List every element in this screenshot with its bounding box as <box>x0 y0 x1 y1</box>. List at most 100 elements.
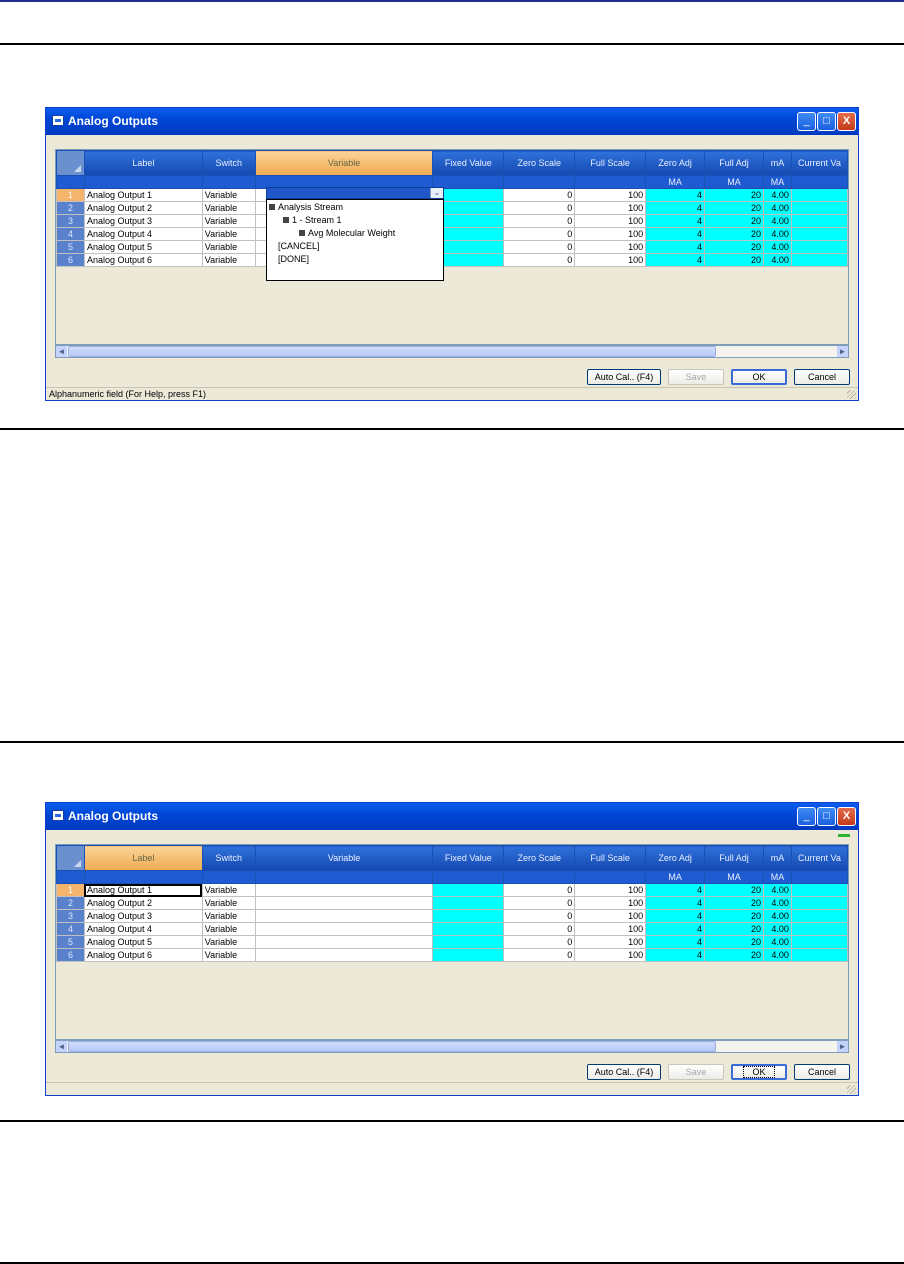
full-adj-cell[interactable]: 20 <box>704 935 764 949</box>
full-scale-cell[interactable]: 100 <box>574 883 647 897</box>
full-adj-cell[interactable]: 20 <box>704 896 764 910</box>
table-row[interactable]: 5 Analog Output 5 Variable 0 100 4 20 4.… <box>56 240 848 254</box>
switch-cell[interactable]: Variable <box>201 214 256 228</box>
auto-cal-button[interactable]: Auto Cal.. (F4) <box>587 369 661 385</box>
chevron-down-icon[interactable]: ⌄ <box>430 188 443 198</box>
header-full-adj[interactable]: Full Adj <box>704 845 764 871</box>
full-scale-cell[interactable]: 100 <box>574 214 647 228</box>
full-scale-cell[interactable]: 100 <box>574 896 647 910</box>
zero-scale-cell[interactable]: 0 <box>503 948 576 962</box>
zero-adj-cell[interactable]: 4 <box>645 201 706 215</box>
full-adj-cell[interactable]: 20 <box>704 201 764 215</box>
full-adj-cell[interactable]: 20 <box>704 214 764 228</box>
switch-cell[interactable]: Variable <box>201 935 256 949</box>
table-row[interactable]: 3 Analog Output 3 Variable 0 100 4 20 4.… <box>56 909 848 923</box>
full-adj-cell[interactable]: 20 <box>704 883 764 897</box>
switch-cell[interactable]: Variable <box>201 896 256 910</box>
table-row[interactable]: 4 Analog Output 4 Variable 0 100 4 20 4.… <box>56 227 848 241</box>
label-cell[interactable]: Analog Output 6 <box>83 253 203 267</box>
full-scale-cell[interactable]: 100 <box>574 935 647 949</box>
row-number[interactable]: 3 <box>56 214 85 228</box>
label-cell[interactable]: Analog Output 2 <box>83 201 203 215</box>
row-number[interactable]: 1 <box>56 883 85 897</box>
switch-cell[interactable]: Variable <box>201 948 256 962</box>
header-zero-scale[interactable]: Zero Scale <box>503 150 576 176</box>
variable-cell[interactable] <box>254 883 434 897</box>
full-scale-cell[interactable]: 100 <box>574 227 647 241</box>
analog-outputs-grid[interactable]: Label Switch Variable Fixed Value Zero S… <box>55 149 849 345</box>
scroll-left-icon[interactable]: ◄ <box>56 346 67 357</box>
close-button[interactable]: X <box>837 112 856 131</box>
label-cell[interactable]: Analog Output 3 <box>83 214 203 228</box>
zero-adj-cell[interactable]: 4 <box>645 240 706 254</box>
collapse-toggle-icon[interactable] <box>269 204 275 210</box>
full-adj-cell[interactable]: 20 <box>704 922 764 936</box>
zero-scale-cell[interactable]: 0 <box>503 227 576 241</box>
zero-scale-cell[interactable]: 0 <box>503 883 576 897</box>
zero-scale-cell[interactable]: 0 <box>503 253 576 267</box>
title-bar[interactable]: Analog Outputs _ □ X <box>46 803 858 830</box>
close-button[interactable]: X <box>837 807 856 826</box>
row-number[interactable]: 5 <box>56 240 85 254</box>
save-button[interactable]: Save <box>668 1064 724 1080</box>
resize-grip-icon[interactable] <box>847 1085 856 1094</box>
zero-scale-cell[interactable]: 0 <box>503 201 576 215</box>
table-row[interactable]: 6 Analog Output 6 Variable 0 100 4 20 4.… <box>56 948 848 962</box>
row-number[interactable]: 4 <box>56 922 85 936</box>
full-scale-cell[interactable]: 100 <box>574 240 647 254</box>
fixed-value-cell[interactable] <box>432 922 505 936</box>
zero-scale-cell[interactable]: 0 <box>503 922 576 936</box>
table-row[interactable]: 2 Analog Output 2 Variable 0 100 4 20 4.… <box>56 896 848 910</box>
header-switch[interactable]: Switch <box>201 845 256 871</box>
table-row[interactable]: 5 Analog Output 5 Variable 0 100 4 20 4.… <box>56 935 848 949</box>
variable-cell[interactable] <box>254 935 434 949</box>
zero-adj-cell[interactable]: 4 <box>645 909 706 923</box>
zero-adj-cell[interactable]: 4 <box>645 253 706 267</box>
full-adj-cell[interactable]: 20 <box>704 253 764 267</box>
full-adj-cell[interactable]: 20 <box>704 948 764 962</box>
table-row[interactable]: 4 Analog Output 4 Variable 0 100 4 20 4.… <box>56 922 848 936</box>
label-cell[interactable]: Analog Output 1 <box>83 188 203 202</box>
header-zero-scale[interactable]: Zero Scale <box>503 845 576 871</box>
analog-outputs-grid[interactable]: Label Switch Variable Fixed Value Zero S… <box>55 844 849 1040</box>
row-number[interactable]: 1 <box>56 188 85 202</box>
table-row[interactable]: 2 Analog Output 2 Variable 0 100 4 20 4.… <box>56 201 848 215</box>
header-fixed-value[interactable]: Fixed Value <box>432 150 505 176</box>
row-number[interactable]: 5 <box>56 935 85 949</box>
zero-adj-cell[interactable]: 4 <box>645 227 706 241</box>
row-number[interactable]: 2 <box>56 896 85 910</box>
full-adj-cell[interactable]: 20 <box>704 909 764 923</box>
label-cell[interactable]: Analog Output 6 <box>83 948 203 962</box>
tree-node-done[interactable]: [DONE] <box>278 253 309 266</box>
row-number[interactable]: 2 <box>56 201 85 215</box>
switch-cell[interactable]: Variable <box>201 227 256 241</box>
select-all-corner[interactable] <box>56 845 85 871</box>
tree-node-stream-1[interactable]: 1 - Stream 1 <box>283 214 342 227</box>
zero-scale-cell[interactable]: 0 <box>503 909 576 923</box>
zero-scale-cell[interactable]: 0 <box>503 214 576 228</box>
collapse-toggle-icon[interactable] <box>299 230 305 236</box>
fixed-value-cell[interactable] <box>432 935 505 949</box>
scroll-thumb[interactable] <box>68 1041 716 1052</box>
scroll-right-icon[interactable]: ► <box>837 346 848 357</box>
zero-scale-cell[interactable]: 0 <box>503 896 576 910</box>
full-adj-cell[interactable]: 20 <box>704 227 764 241</box>
full-scale-cell[interactable]: 100 <box>574 948 647 962</box>
header-switch[interactable]: Switch <box>201 150 256 176</box>
full-adj-cell[interactable]: 20 <box>704 188 764 202</box>
header-current-value[interactable]: Current Va <box>790 150 848 176</box>
label-cell[interactable]: Analog Output 4 <box>83 922 203 936</box>
header-variable[interactable]: Variable <box>254 845 434 871</box>
header-fixed-value[interactable]: Fixed Value <box>432 845 505 871</box>
tree-node-cancel[interactable]: [CANCEL] <box>278 240 320 253</box>
horizontal-scrollbar[interactable]: ◄ ► <box>55 1040 849 1053</box>
tree-node-avg-molecular-weight[interactable]: Avg Molecular Weight <box>299 227 395 240</box>
variable-cell[interactable] <box>254 909 434 923</box>
cancel-button[interactable]: Cancel <box>794 369 850 385</box>
ok-button[interactable]: OK <box>731 369 787 385</box>
switch-cell[interactable]: Variable <box>201 922 256 936</box>
switch-cell[interactable]: Variable <box>201 240 256 254</box>
label-cell[interactable]: Analog Output 3 <box>83 909 203 923</box>
header-zero-adj[interactable]: Zero Adj <box>645 845 706 871</box>
table-row[interactable]: 1 Analog Output 1 Variable 0 100 4 20 4.… <box>56 883 848 897</box>
